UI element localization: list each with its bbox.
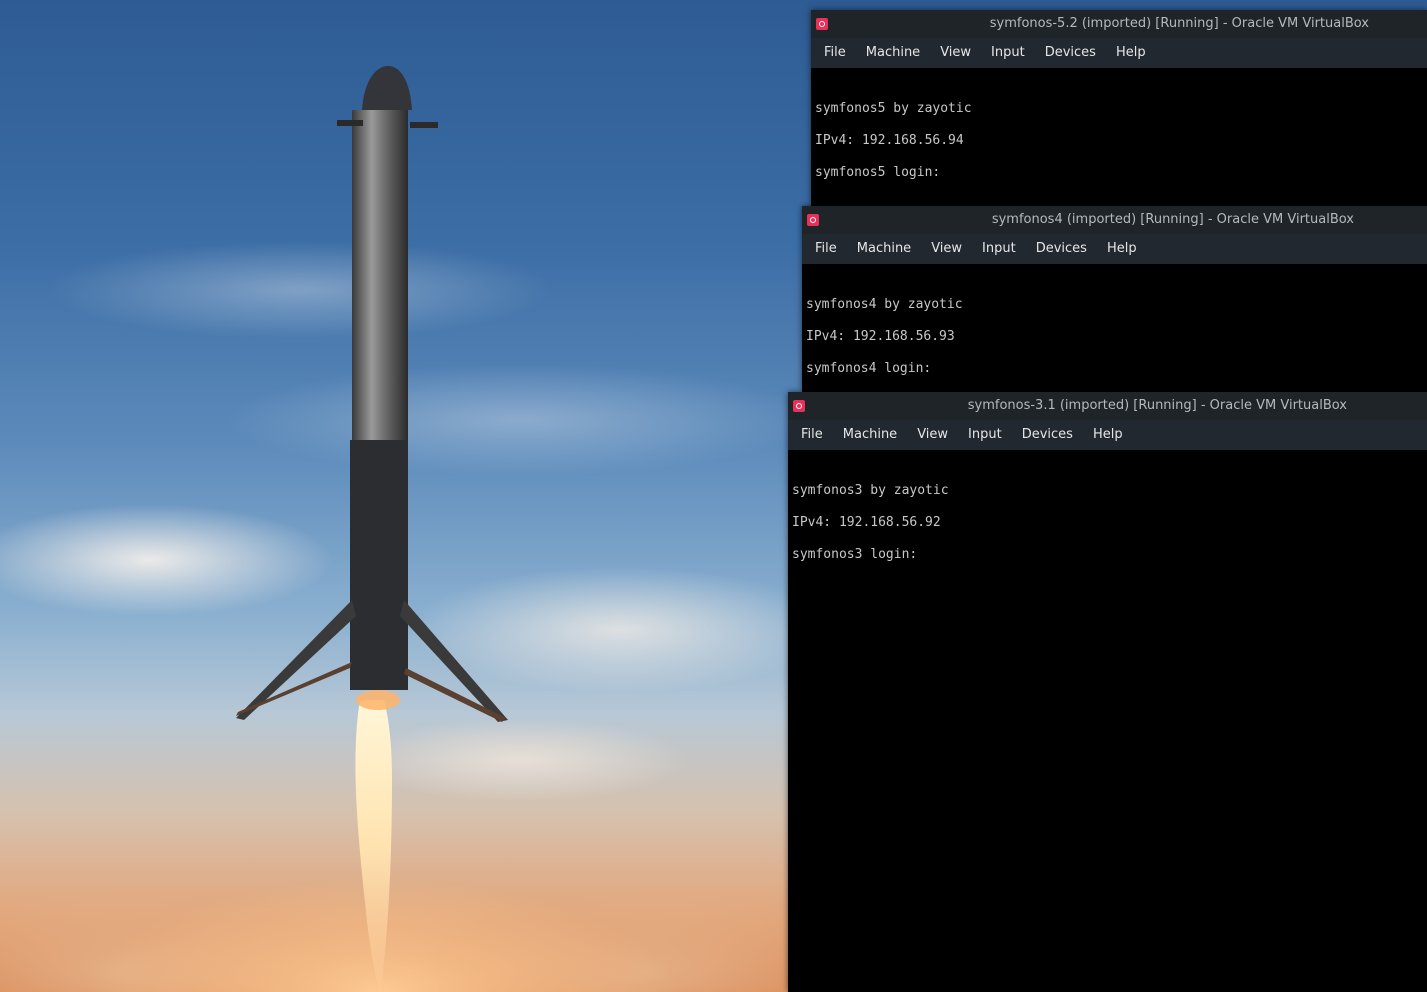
window-title: symfonos-5.2 (imported) [Running] - Orac… bbox=[989, 16, 1369, 31]
virtualbox-app-icon[interactable] bbox=[807, 214, 819, 226]
console-login-prompt[interactable]: symfonos5 login: bbox=[811, 166, 1427, 198]
vm-console[interactable]: symfonos5 by zayotic IPv4: 192.168.56.94… bbox=[811, 68, 1427, 206]
menu-help[interactable]: Help bbox=[1106, 38, 1156, 68]
vm-console[interactable]: symfonos3 by zayotic IPv4: 192.168.56.92… bbox=[788, 450, 1427, 992]
menu-file[interactable]: File bbox=[814, 38, 856, 68]
window-titlebar[interactable]: symfonos-5.2 (imported) [Running] - Orac… bbox=[811, 10, 1427, 38]
console-line: symfonos5 by zayotic bbox=[815, 101, 972, 116]
menu-view[interactable]: View bbox=[930, 38, 981, 68]
console-login-prompt[interactable]: symfonos4 login: bbox=[802, 362, 1427, 394]
menu-machine[interactable]: Machine bbox=[847, 234, 921, 264]
window-menubar: File Machine View Input Devices Help bbox=[802, 234, 1427, 264]
menu-help[interactable]: Help bbox=[1097, 234, 1147, 264]
window-title: symfonos-3.1 (imported) [Running] - Orac… bbox=[967, 398, 1347, 413]
menu-help[interactable]: Help bbox=[1083, 420, 1133, 450]
console-login-prompt[interactable]: symfonos3 login: bbox=[788, 548, 1427, 580]
console-line: symfonos4 by zayotic bbox=[806, 297, 963, 312]
console-line: IPv4: 192.168.56.92 bbox=[792, 515, 941, 530]
window-menubar: File Machine View Input Devices Help bbox=[788, 420, 1427, 450]
menu-machine[interactable]: Machine bbox=[856, 38, 930, 68]
rocket-image bbox=[236, 66, 508, 992]
menu-devices[interactable]: Devices bbox=[1035, 38, 1106, 68]
window-titlebar[interactable]: symfonos-3.1 (imported) [Running] - Orac… bbox=[788, 392, 1427, 420]
menu-devices[interactable]: Devices bbox=[1026, 234, 1097, 264]
menu-file[interactable]: File bbox=[791, 420, 833, 450]
menu-machine[interactable]: Machine bbox=[833, 420, 907, 450]
menu-input[interactable]: Input bbox=[972, 234, 1026, 264]
window-menubar: File Machine View Input Devices Help bbox=[811, 38, 1427, 68]
menu-input[interactable]: Input bbox=[958, 420, 1012, 450]
vm-console[interactable]: symfonos4 by zayotic IPv4: 192.168.56.93… bbox=[802, 264, 1427, 392]
menu-view[interactable]: View bbox=[921, 234, 972, 264]
console-line: IPv4: 192.168.56.94 bbox=[815, 133, 964, 148]
menu-view[interactable]: View bbox=[907, 420, 958, 450]
menu-devices[interactable]: Devices bbox=[1012, 420, 1083, 450]
vbox-window-symfonos4[interactable]: symfonos4 (imported) [Running] - Oracle … bbox=[802, 206, 1427, 392]
menu-input[interactable]: Input bbox=[981, 38, 1035, 68]
menu-file[interactable]: File bbox=[805, 234, 847, 264]
console-line: IPv4: 192.168.56.93 bbox=[806, 329, 955, 344]
vbox-window-symfonos5[interactable]: symfonos-5.2 (imported) [Running] - Orac… bbox=[811, 10, 1427, 206]
window-titlebar[interactable]: symfonos4 (imported) [Running] - Oracle … bbox=[802, 206, 1427, 234]
virtualbox-app-icon[interactable] bbox=[793, 400, 805, 412]
vbox-window-symfonos3[interactable]: symfonos-3.1 (imported) [Running] - Orac… bbox=[788, 392, 1427, 992]
console-line: symfonos3 by zayotic bbox=[792, 483, 949, 498]
virtualbox-app-icon[interactable] bbox=[816, 18, 828, 30]
window-title: symfonos4 (imported) [Running] - Oracle … bbox=[991, 212, 1354, 227]
